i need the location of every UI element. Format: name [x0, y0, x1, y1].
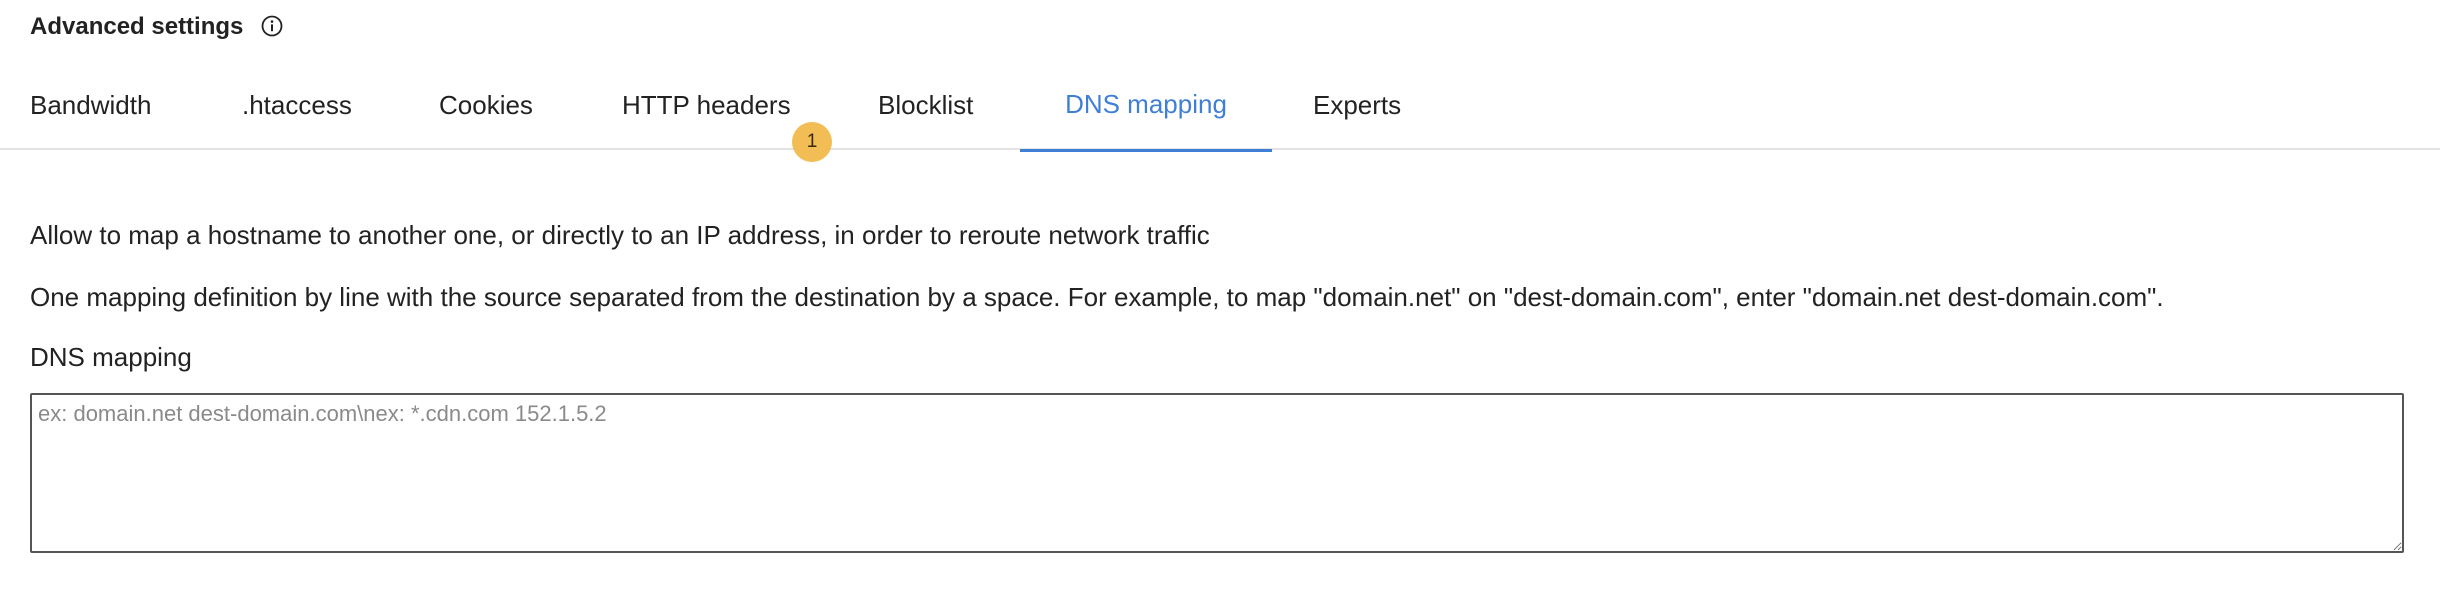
tab-experts[interactable]: Experts	[1313, 60, 1401, 150]
example-text: One mapping definition by line with the …	[30, 282, 2164, 312]
dns-mapping-label: DNS mapping	[30, 342, 192, 372]
tab-cookies[interactable]: Cookies	[439, 60, 533, 150]
tab-label: Blocklist	[878, 89, 974, 120]
description-text: Allow to map a hostname to another one, …	[30, 220, 1210, 250]
tab-dns-mapping[interactable]: DNS mapping	[1020, 60, 1272, 152]
tab-label: HTTP headers	[622, 89, 791, 120]
tab-blocklist[interactable]: Blocklist	[878, 60, 973, 150]
tab-label: DNS mapping	[1065, 89, 1227, 119]
tab-htaccess[interactable]: .htaccess	[242, 60, 352, 150]
tab-label: Experts	[1313, 89, 1402, 120]
tab-http-headers[interactable]: HTTP headers	[622, 60, 791, 150]
tab-label: Bandwidth	[30, 89, 152, 120]
tab-label: .htaccess	[242, 89, 352, 120]
page-title: Advanced settings	[30, 13, 244, 40]
tab-bandwidth[interactable]: Bandwidth	[30, 60, 151, 150]
info-icon[interactable]	[259, 13, 285, 39]
tab-label: Cookies	[439, 89, 533, 120]
notification-badge: 1	[792, 122, 832, 162]
dns-mapping-textarea[interactable]	[30, 393, 2404, 553]
settings-tabs: Bandwidth .htaccess Cookies HTTP headers…	[0, 60, 2440, 162]
settings-header: Advanced settings	[30, 10, 285, 44]
